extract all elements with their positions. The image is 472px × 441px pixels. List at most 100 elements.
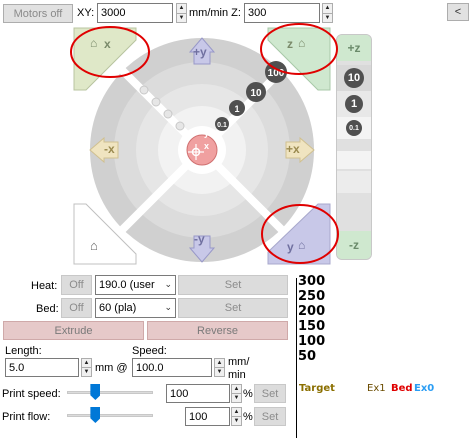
z-step-1-button[interactable]: 1 [337,91,371,117]
plus-z-button[interactable]: +z [337,35,371,61]
home-z-label: z [287,37,293,51]
svg-text:0.1: 0.1 [217,122,227,129]
speed-unit-line1: mm/ [228,356,250,368]
length-input[interactable]: 5.0 [5,358,79,377]
chevron-down-icon: ⌄ [164,278,172,289]
z-step-01-button[interactable]: 0.1 [337,117,371,139]
print-speed-set-button[interactable]: Set [254,384,286,403]
spin-down-icon[interactable]: ▼ [323,12,332,23]
spin-down-icon[interactable]: ▼ [232,393,241,402]
graph-tick-200: 200 [298,304,326,319]
bed-set-button[interactable]: Set [178,298,288,318]
graph-legend: Target Ex1 Bed Ex0 [297,383,472,397]
collapse-panel-button[interactable]: < [447,3,469,21]
speed-unit-line2: min [228,369,246,381]
z-step-1-marker: 1 [345,95,363,113]
spin-up-icon[interactable]: ▲ [215,359,224,367]
step-01-marker[interactable]: 0.1 [215,117,229,131]
z-feedrate-input[interactable]: 300 [244,3,320,23]
minus-x-label: -x [104,142,115,156]
svg-text:100: 100 [268,68,285,79]
step-10-marker[interactable]: 10 [246,82,266,102]
temperature-graph: 300 250 200 150 100 50 Target Ex1 Bed Ex… [296,272,472,441]
bed-off-button[interactable]: Off [61,298,92,318]
center-position-indicator [186,134,218,166]
legend-bed: Bed [391,383,413,394]
z-step-minus-10-button[interactable] [337,195,371,221]
print-flow-spinner[interactable]: ▲ ▼ [231,407,242,426]
spin-down-icon[interactable]: ▼ [232,416,241,425]
legend-ex1: Ex1 [367,383,386,394]
heat-off-button[interactable]: Off [61,275,92,295]
motors-off-button[interactable]: Motors off [3,4,73,23]
length-unit: mm @ [95,362,128,374]
spin-up-icon[interactable]: ▲ [232,408,241,416]
xy-feedrate-spinner[interactable]: ▲ ▼ [176,3,187,23]
print-flow-input[interactable]: 100 [185,407,230,426]
graph-tick-250: 250 [298,289,326,304]
step-1-marker[interactable]: 1 [229,100,245,116]
z-step-10-button[interactable]: 10 [337,65,371,91]
heat-select-value: 190.0 (user [99,279,155,291]
spin-down-icon[interactable]: ▼ [82,367,91,376]
z-step-minus-01-button[interactable] [337,151,371,169]
home-x-label: x [104,37,111,51]
print-flow-label: Print flow: [2,411,51,423]
bed-label: Bed: [36,303,59,315]
bed-temperature-select[interactable]: 60 (pla) ⌄ [95,298,176,318]
graph-axis-line [296,278,297,438]
z-step-01-marker: 0.1 [346,120,362,136]
print-speed-percent: % [243,388,253,400]
z-step-10-marker: 10 [344,68,364,88]
svg-text:10: 10 [250,88,262,99]
length-spinner[interactable]: ▲ ▼ [81,358,92,377]
plus-y-label: +y [193,45,207,59]
print-flow-slider-thumb[interactable] [90,407,101,423]
graph-tick-150: 150 [298,319,326,334]
speed-label: Speed: [132,345,167,357]
print-speed-spinner[interactable]: ▲ ▼ [231,384,242,403]
spin-down-icon[interactable]: ▼ [177,12,186,23]
chevron-down-icon: ⌄ [164,301,172,312]
spin-up-icon[interactable]: ▲ [82,359,91,367]
graph-tick-100: 100 [298,334,326,349]
graph-tick-50: 50 [298,349,317,364]
z-step-minus-1-button[interactable] [337,171,371,193]
reverse-button[interactable]: Reverse [147,321,288,340]
print-flow-set-button[interactable]: Set [254,407,286,426]
extrude-button[interactable]: Extrude [3,321,144,340]
heat-temperature-select[interactable]: 190.0 (user ⌄ [95,275,176,295]
spin-down-icon[interactable]: ▼ [215,367,224,376]
minus-y-label: -y [194,232,205,246]
spin-up-icon[interactable]: ▲ [232,385,241,393]
xy-feedrate-input[interactable]: 3000 [97,3,173,23]
legend-ex0: Ex0 [414,383,435,394]
spin-up-icon[interactable]: ▲ [323,4,332,13]
plus-x-label: +x [286,142,300,156]
print-speed-slider-thumb[interactable] [90,384,101,400]
z-feedrate-spinner[interactable]: ▲ ▼ [322,3,333,23]
spin-up-icon[interactable]: ▲ [177,4,186,13]
xy-unit-text: mm/min [189,7,229,19]
speed-input[interactable]: 100.0 [132,358,212,377]
minus-z-label: -z [349,238,359,252]
center-y-label: y [204,128,210,138]
plus-z-label: +z [347,41,361,55]
minus-z-button[interactable]: -z [337,231,371,259]
print-flow-slider[interactable] [67,414,153,417]
print-speed-label: Print speed: [2,388,61,400]
home-all-icon: ⌂ [90,238,98,253]
xy-feedrate-label: XY: [77,7,95,19]
print-speed-input[interactable]: 100 [166,384,230,403]
length-label: Length: [5,345,42,357]
z-jog-column[interactable]: +z 10 1 0.1 -z [336,34,372,260]
heat-set-button[interactable]: Set [178,275,288,295]
svg-text:1: 1 [234,104,239,114]
step-100-marker[interactable]: 100 [265,61,287,83]
print-speed-slider[interactable] [67,391,153,394]
speed-spinner[interactable]: ▲ ▼ [214,358,225,377]
center-x-label: x [204,141,210,151]
home-y-icon: ⌂ [298,238,306,252]
home-x-icon: ⌂ [90,36,98,50]
graph-tick-300: 300 [298,274,326,289]
